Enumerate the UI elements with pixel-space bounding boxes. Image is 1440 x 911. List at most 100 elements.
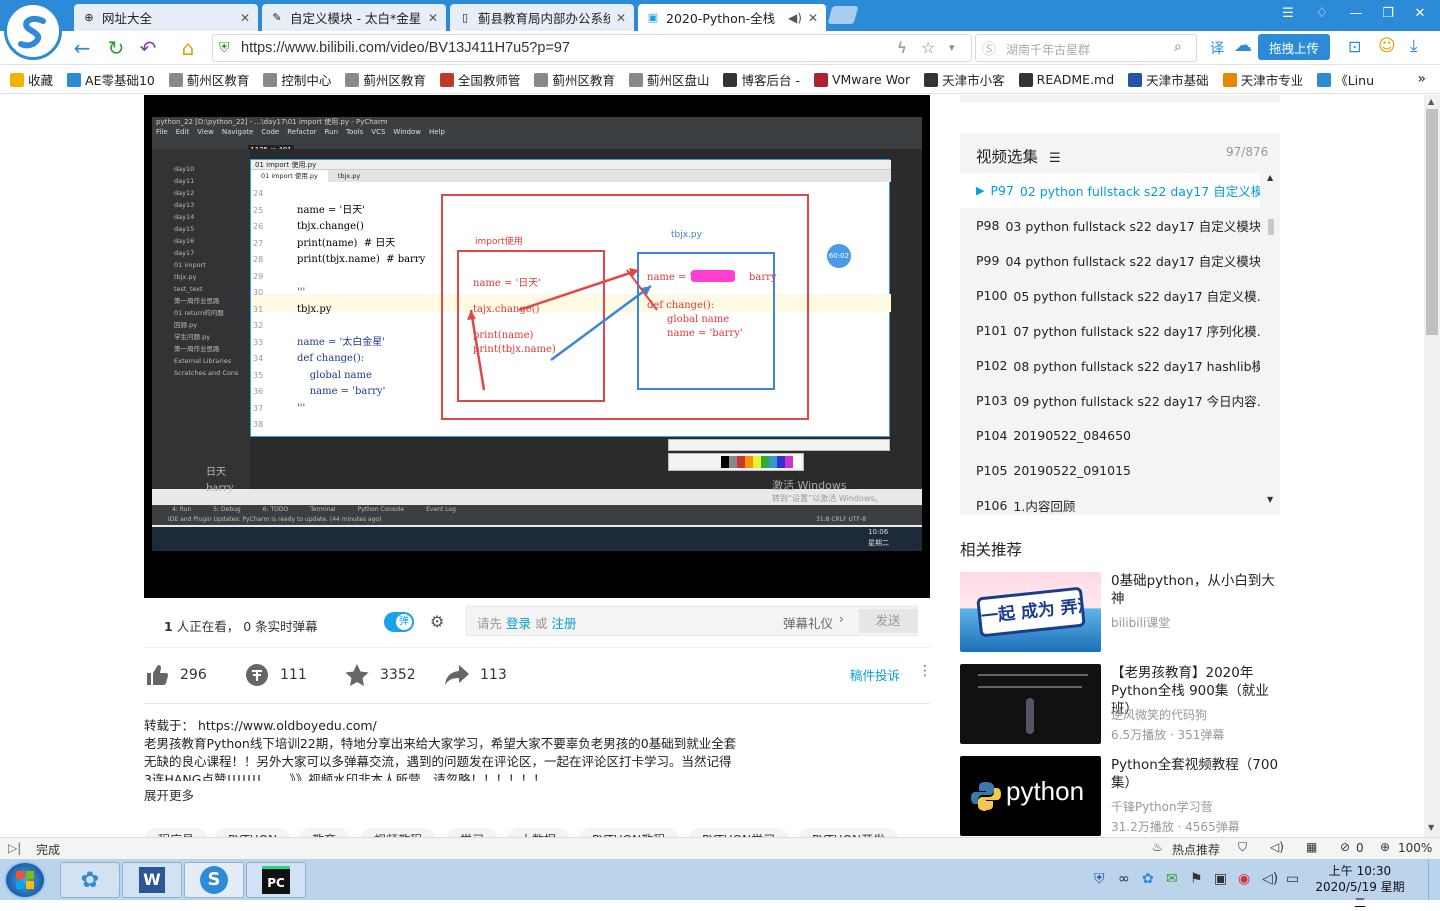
- tag[interactable]: 教育: [298, 828, 351, 837]
- scroll-down-icon[interactable]: ▼: [1267, 495, 1273, 504]
- tag[interactable]: 视频教程: [360, 828, 437, 837]
- like-button[interactable]: 296: [144, 662, 207, 688]
- bookmark-item[interactable]: README.md: [1018, 72, 1114, 87]
- tab-3[interactable]: ▣ 2020-Python-全栈 ◀) ✕: [638, 4, 826, 31]
- episode-item[interactable]: P105 20190522_091015: [960, 453, 1260, 488]
- episode-item[interactable]: P104 20190522_084650: [960, 418, 1260, 453]
- bookmark-item[interactable]: 《Linu: [1317, 70, 1374, 89]
- adblock-icon[interactable]: ⊘: [1340, 840, 1350, 854]
- send-button[interactable]: 发送: [859, 609, 917, 633]
- app-tray-icon[interactable]: ◉: [1238, 871, 1250, 887]
- volume-icon[interactable]: ◁): [1270, 840, 1284, 854]
- taskbar-app-cloud[interactable]: ✿: [60, 862, 120, 898]
- scroll-up-icon[interactable]: ▲: [1267, 173, 1273, 182]
- taskbar-app-word[interactable]: W: [122, 862, 182, 898]
- register-link[interactable]: 注册: [552, 616, 577, 631]
- related-uploader[interactable]: 逆风微笑的代码狗: [1111, 706, 1207, 723]
- share-button[interactable]: 113: [444, 662, 507, 688]
- close-icon[interactable]: ✕: [240, 11, 250, 25]
- chevron-down-icon[interactable]: ▾: [949, 41, 955, 54]
- scroll-thumb[interactable]: [1268, 219, 1274, 235]
- related-thumbnail[interactable]: 一起 成为 弄潮儿: [960, 572, 1101, 652]
- episode-item[interactable]: ▶ P97 02 python fullstack s22 day17 自定义模…: [960, 173, 1260, 208]
- minimize-icon[interactable]: —: [1346, 6, 1366, 21]
- home-icon[interactable]: ⌂: [176, 36, 200, 60]
- bookmark-item[interactable]: 博客后台 -: [723, 70, 800, 89]
- hot-recommend[interactable]: 热点推荐: [1172, 841, 1220, 858]
- danmaku-input[interactable]: 请先 登录 或 注册 弹幕礼仪 › 发送: [466, 606, 918, 636]
- scroll-thumb[interactable]: [1426, 109, 1438, 335]
- network-tray-icon[interactable]: ⚑: [1190, 871, 1203, 887]
- device-tray-icon[interactable]: ▣: [1214, 871, 1227, 887]
- related-item[interactable]: 【老男孩教育】2020年Python全栈 900集（就业班） 逆风微笑的代码狗 …: [960, 664, 1280, 746]
- episode-item[interactable]: P103 09 python fullstack s22 day17 今日内容…: [960, 383, 1260, 418]
- search-icon[interactable]: ⌕: [1174, 39, 1182, 55]
- shirt-icon[interactable]: ♢: [1312, 6, 1332, 21]
- tab-0[interactable]: ⊕ 网址大全 ✕: [74, 4, 258, 31]
- tag[interactable]: PYTHON教程: [578, 828, 680, 837]
- tab-1[interactable]: ✎ 自定义模块 - 太白*金星 ✕: [262, 4, 446, 31]
- related-item[interactable]: python Python全套视频教程（700集） 千锋Python学习营 31…: [960, 756, 1280, 837]
- more-icon[interactable]: ⋮: [918, 663, 932, 679]
- link-tray-icon[interactable]: ∞: [1118, 871, 1130, 887]
- close-icon[interactable]: ✕: [428, 11, 438, 25]
- close-icon[interactable]: ✕: [616, 11, 626, 25]
- report-link[interactable]: 稿件投诉: [850, 665, 900, 684]
- hot-icon[interactable]: ♨: [1152, 840, 1163, 854]
- speaker-icon[interactable]: ◀): [788, 11, 802, 25]
- security-tray-icon[interactable]: ⛨: [1094, 871, 1105, 887]
- related-thumbnail[interactable]: python: [960, 756, 1101, 836]
- danmaku-settings-icon[interactable]: ⚙: [430, 612, 444, 631]
- bookmark-item[interactable]: 天津市基础: [1128, 70, 1209, 89]
- maximize-icon[interactable]: ❐: [1378, 6, 1398, 21]
- lightning-icon[interactable]: ϟ: [897, 39, 907, 57]
- related-thumbnail[interactable]: [960, 664, 1101, 744]
- close-icon[interactable]: ✕: [808, 11, 818, 25]
- show-desktop-button[interactable]: [1428, 859, 1440, 900]
- bookmark-item[interactable]: 天津市小客: [924, 70, 1005, 89]
- danmaku-etiquette-link[interactable]: 弹幕礼仪: [783, 613, 833, 632]
- bookmarks-more-icon[interactable]: »: [1417, 71, 1426, 87]
- episode-item[interactable]: P102 08 python fullstack s22 day17 hashli…: [960, 348, 1260, 383]
- search-input[interactable]: 湖南千年古星群: [1006, 41, 1090, 58]
- window-close-icon[interactable]: ✕: [1410, 6, 1430, 21]
- url-text[interactable]: https://www.bilibili.com/video/BV13J411H…: [241, 40, 570, 56]
- login-link[interactable]: 登录: [506, 616, 531, 631]
- taskbar-clock[interactable]: 上午 10:30 2020/5/19 星期二: [1310, 863, 1410, 911]
- calendar-icon[interactable]: ▦: [1306, 840, 1317, 854]
- tag[interactable]: 学习: [446, 828, 499, 837]
- bookmark-item[interactable]: VMware Wor: [813, 72, 910, 87]
- scroll-up-icon[interactable]: ▲: [1428, 97, 1434, 106]
- monitor-tray-icon[interactable]: ▭: [1286, 871, 1299, 887]
- shield-icon[interactable]: ⛉: [1238, 840, 1247, 855]
- episode-item[interactable]: P98 03 python fullstack s22 day17 自定义模块02: [960, 208, 1260, 243]
- tag[interactable]: 大数据: [506, 828, 571, 837]
- episode-item[interactable]: P106 1.内容回顾: [960, 488, 1260, 513]
- taskbar-app-browser[interactable]: S: [184, 862, 244, 898]
- episode-item[interactable]: P100 05 python fullstack s22 day17 自定义模…: [960, 278, 1260, 313]
- cloud-icon[interactable]: ☁: [1234, 35, 1252, 56]
- volume-tray-icon[interactable]: ◁): [1262, 871, 1278, 887]
- related-item[interactable]: 一起 成为 弄潮儿 0基础python，从小白到大神 bilibili课堂: [960, 572, 1280, 654]
- taskbar-app-pycharm[interactable]: PC: [246, 862, 306, 898]
- undo-icon[interactable]: ↶: [136, 36, 160, 60]
- search-box[interactable]: Ⓢ 湖南千年古星群 ⌕: [975, 34, 1197, 62]
- back-icon[interactable]: ←: [70, 36, 94, 60]
- related-video-title[interactable]: 0基础python，从小白到大神: [1111, 572, 1281, 608]
- star-icon[interactable]: ☆: [921, 38, 935, 57]
- bookmark-item[interactable]: 控制中心: [263, 70, 331, 89]
- tag[interactable]: PYTHON开发: [798, 828, 900, 837]
- wechat-tray-icon[interactable]: ✉: [1166, 871, 1178, 887]
- related-uploader[interactable]: bilibili课堂: [1111, 614, 1170, 631]
- cloud-tray-icon[interactable]: ✿: [1142, 871, 1154, 887]
- download-icon[interactable]: ⤓: [1410, 36, 1418, 56]
- episode-scrollbar[interactable]: ▲ ▼: [1264, 173, 1278, 513]
- translate-icon[interactable]: 译: [1210, 38, 1224, 58]
- favorite-button[interactable]: 3352: [344, 662, 416, 688]
- url-bar[interactable]: ⛨ https://www.bilibili.com/video/BV13J41…: [212, 34, 972, 62]
- tab-2[interactable]: ▯ 蓟县教育局内部办公系统 ✕: [450, 4, 634, 31]
- scroll-down-icon[interactable]: ▼: [1428, 823, 1434, 832]
- browser-logo-icon[interactable]: [4, 2, 62, 60]
- new-tab-button[interactable]: [827, 6, 859, 24]
- danmaku-toggle[interactable]: 弹: [384, 612, 414, 632]
